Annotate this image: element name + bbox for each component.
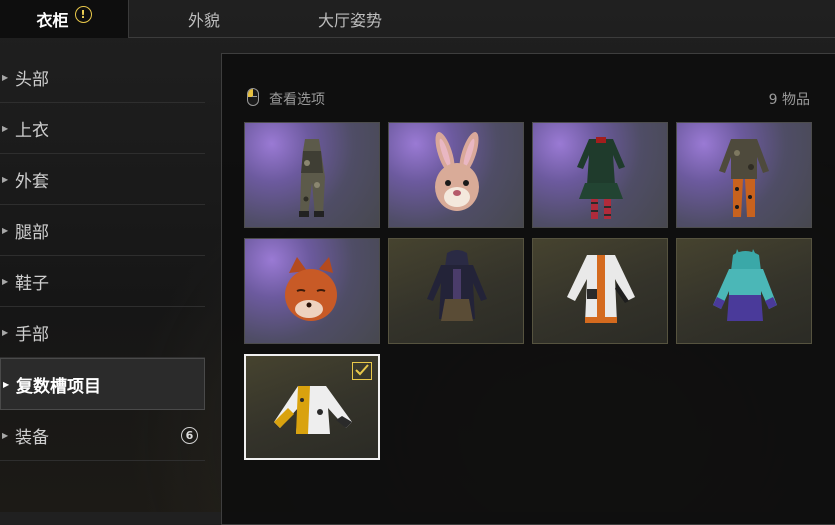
sidebar-item-label: 鞋子 (15, 273, 49, 294)
green-dress-icon (577, 137, 625, 219)
item-slot-hooded-dark-outfit[interactable] (388, 238, 524, 344)
item-slot-bunny-mask[interactable] (388, 122, 524, 228)
selected-check-icon (352, 362, 372, 380)
item-slot-camo-jacket-orange-pants[interactable] (676, 122, 812, 228)
sidebar-item-top[interactable]: ▶ 上衣 (0, 103, 205, 154)
sidebar-item-outerwear[interactable]: ▶ 外套 (0, 154, 205, 205)
white-orange-jacket-icon (567, 255, 635, 323)
item-slot-white-orange-jacket[interactable] (532, 238, 668, 344)
camo-overalls-icon (299, 139, 325, 217)
bullet-icon: ▶ (2, 327, 9, 337)
bullet-icon: ▶ (3, 379, 10, 389)
item-count: 9 物品 (768, 92, 810, 108)
sidebar-item-label: 复数槽项目 (16, 376, 101, 397)
tab-wardrobe[interactable]: 衣柜 ! (0, 0, 129, 38)
count-badge: 6 (181, 426, 198, 444)
bullet-icon: ▶ (2, 174, 9, 184)
panel-header: 查看选项 9 物品 (247, 86, 812, 112)
bullet-icon: ▶ (2, 430, 9, 440)
sidebar-item-label: 装备 (15, 427, 49, 448)
sidebar-item-label: 腿部 (15, 222, 49, 243)
bunny-mask-icon (435, 131, 479, 211)
sidebar-item-shoes[interactable]: ▶ 鞋子 (0, 256, 205, 307)
item-slot-fox-mask[interactable] (244, 238, 380, 344)
sidebar-item-multi-slot[interactable]: ▶ 复数槽项目 (0, 358, 205, 410)
tab-appearance[interactable]: 外貌 (160, 0, 248, 37)
tab-lobby-pose-label: 大厅姿势 (317, 10, 382, 30)
sidebar-item-label: 头部 (15, 69, 49, 90)
fox-mask-icon (285, 257, 337, 321)
alert-icon: ! (74, 5, 92, 23)
sidebar-item-label: 上衣 (15, 120, 49, 141)
teal-purple-hoodie-icon (713, 249, 777, 321)
tab-divider (128, 37, 835, 38)
item-slot-teal-purple-hoodie[interactable] (676, 238, 812, 344)
camo-jacket-orange-pants-icon (719, 139, 769, 217)
item-slot-green-dress[interactable] (532, 122, 668, 228)
sidebar-item-label: 手部 (15, 324, 49, 345)
category-sidebar: ▶ 头部 ▶ 上衣 ▶ 外套 ▶ 腿部 ▶ 鞋子 ▶ 手部 ▶ 复数槽项目 ▶ … (0, 52, 205, 461)
item-slot-yellow-white-jacket[interactable] (244, 354, 380, 460)
bullet-icon: ▶ (2, 72, 9, 82)
top-tab-bar: 衣柜 ! 外貌 大厅姿势 (0, 0, 835, 38)
sidebar-item-gear[interactable]: ▶ 装备 6 (0, 410, 205, 461)
tab-wardrobe-label: 衣柜 (36, 11, 69, 30)
mouse-icon (247, 88, 259, 106)
hooded-dark-outfit-icon (427, 250, 487, 321)
sidebar-item-head[interactable]: ▶ 头部 (0, 52, 205, 103)
tab-appearance-label: 外貌 (187, 10, 220, 30)
tab-lobby-pose[interactable]: 大厅姿势 (300, 0, 400, 37)
sidebar-item-legs[interactable]: ▶ 腿部 (0, 205, 205, 256)
item-slot-camo-overalls[interactable] (244, 122, 380, 228)
sidebar-item-label: 外套 (15, 171, 49, 192)
bullet-icon: ▶ (2, 123, 9, 133)
sidebar-item-hands[interactable]: ▶ 手部 (0, 307, 205, 358)
view-options-label: 查看选项 (269, 92, 325, 108)
bullet-icon: ▶ (2, 276, 9, 286)
bullet-icon: ▶ (2, 225, 9, 235)
